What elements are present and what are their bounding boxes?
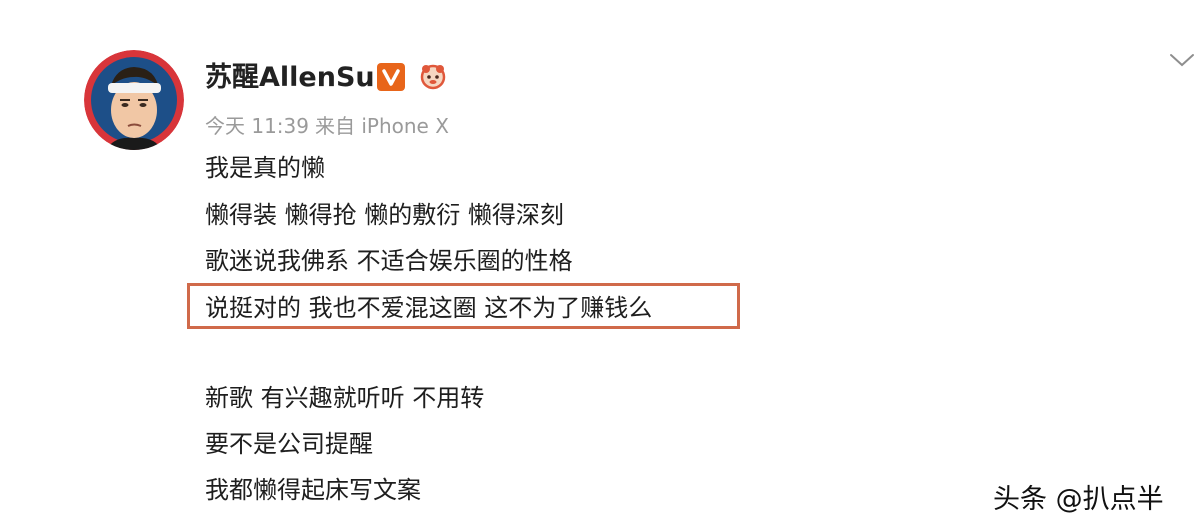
post-meta: 今天 11:39 来自 iPhone X [205, 112, 449, 140]
post-line: 新歌 有兴趣就听听 不用转 [205, 384, 485, 412]
watermark: 头条 @扒点半 [993, 484, 1164, 515]
post-timestamp[interactable]: 今天 11:39 [205, 114, 309, 138]
avatar[interactable] [84, 50, 184, 150]
vip-mascot-icon[interactable] [418, 62, 448, 92]
post-line: 我都懒得起床写文案 [205, 476, 421, 504]
post-line: 我是真的懒 [205, 154, 325, 182]
chevron-down-icon[interactable] [1168, 50, 1196, 70]
verified-v-badge-icon [376, 62, 406, 92]
post-line: 懒得装 懒得抢 懒的敷衍 懒得深刻 [205, 201, 564, 229]
username[interactable]: 苏醒AllenSu [205, 58, 375, 98]
post-source: 来自 iPhone X [315, 114, 449, 138]
highlight-box [187, 283, 740, 329]
avatar-image [84, 50, 184, 150]
post-line: 要不是公司提醒 [205, 430, 373, 458]
post-line: 歌迷说我佛系 不适合娱乐圈的性格 [205, 247, 573, 275]
